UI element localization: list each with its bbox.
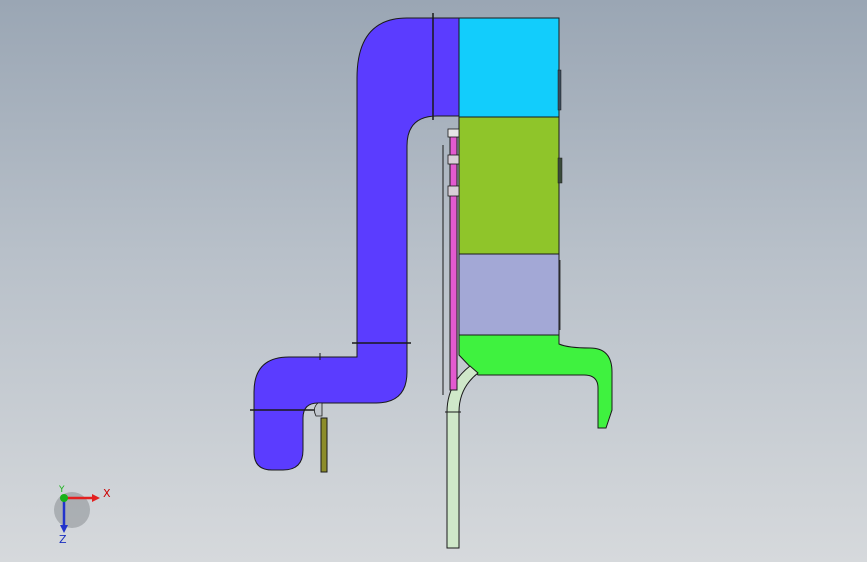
unit-mid-section[interactable]: [458, 116, 560, 255]
cad-viewport[interactable]: X Y Z: [0, 0, 867, 562]
pink-pipe[interactable]: [449, 134, 458, 391]
duct-elbow-cut: [314, 402, 323, 417]
unit-side-detail-mid: [557, 157, 563, 184]
unit-top-section[interactable]: [458, 17, 560, 118]
triad-x-label: X: [103, 487, 111, 500]
duct-outlet-plate[interactable]: [320, 417, 328, 473]
duct-pipe[interactable]: [253, 17, 460, 471]
pink-pipe-fitting-1: [447, 154, 460, 165]
coordinate-triad: X Y Z: [54, 485, 111, 546]
triad-y-label: Y: [58, 485, 65, 495]
unit-side-detail-top: [557, 69, 562, 111]
pink-pipe-fitting-2: [447, 185, 460, 197]
triad-x-arrow: [92, 494, 100, 502]
pink-pipe-cap-top: [447, 128, 460, 138]
triad-origin: [60, 494, 68, 502]
drain-pipe[interactable]: [446, 365, 479, 549]
unit-low-section[interactable]: [458, 253, 560, 336]
triad-z-label: Z: [59, 533, 67, 546]
model-view[interactable]: X Y Z: [0, 0, 867, 562]
triad-z-arrow: [60, 525, 68, 533]
hopper[interactable]: [458, 334, 613, 429]
